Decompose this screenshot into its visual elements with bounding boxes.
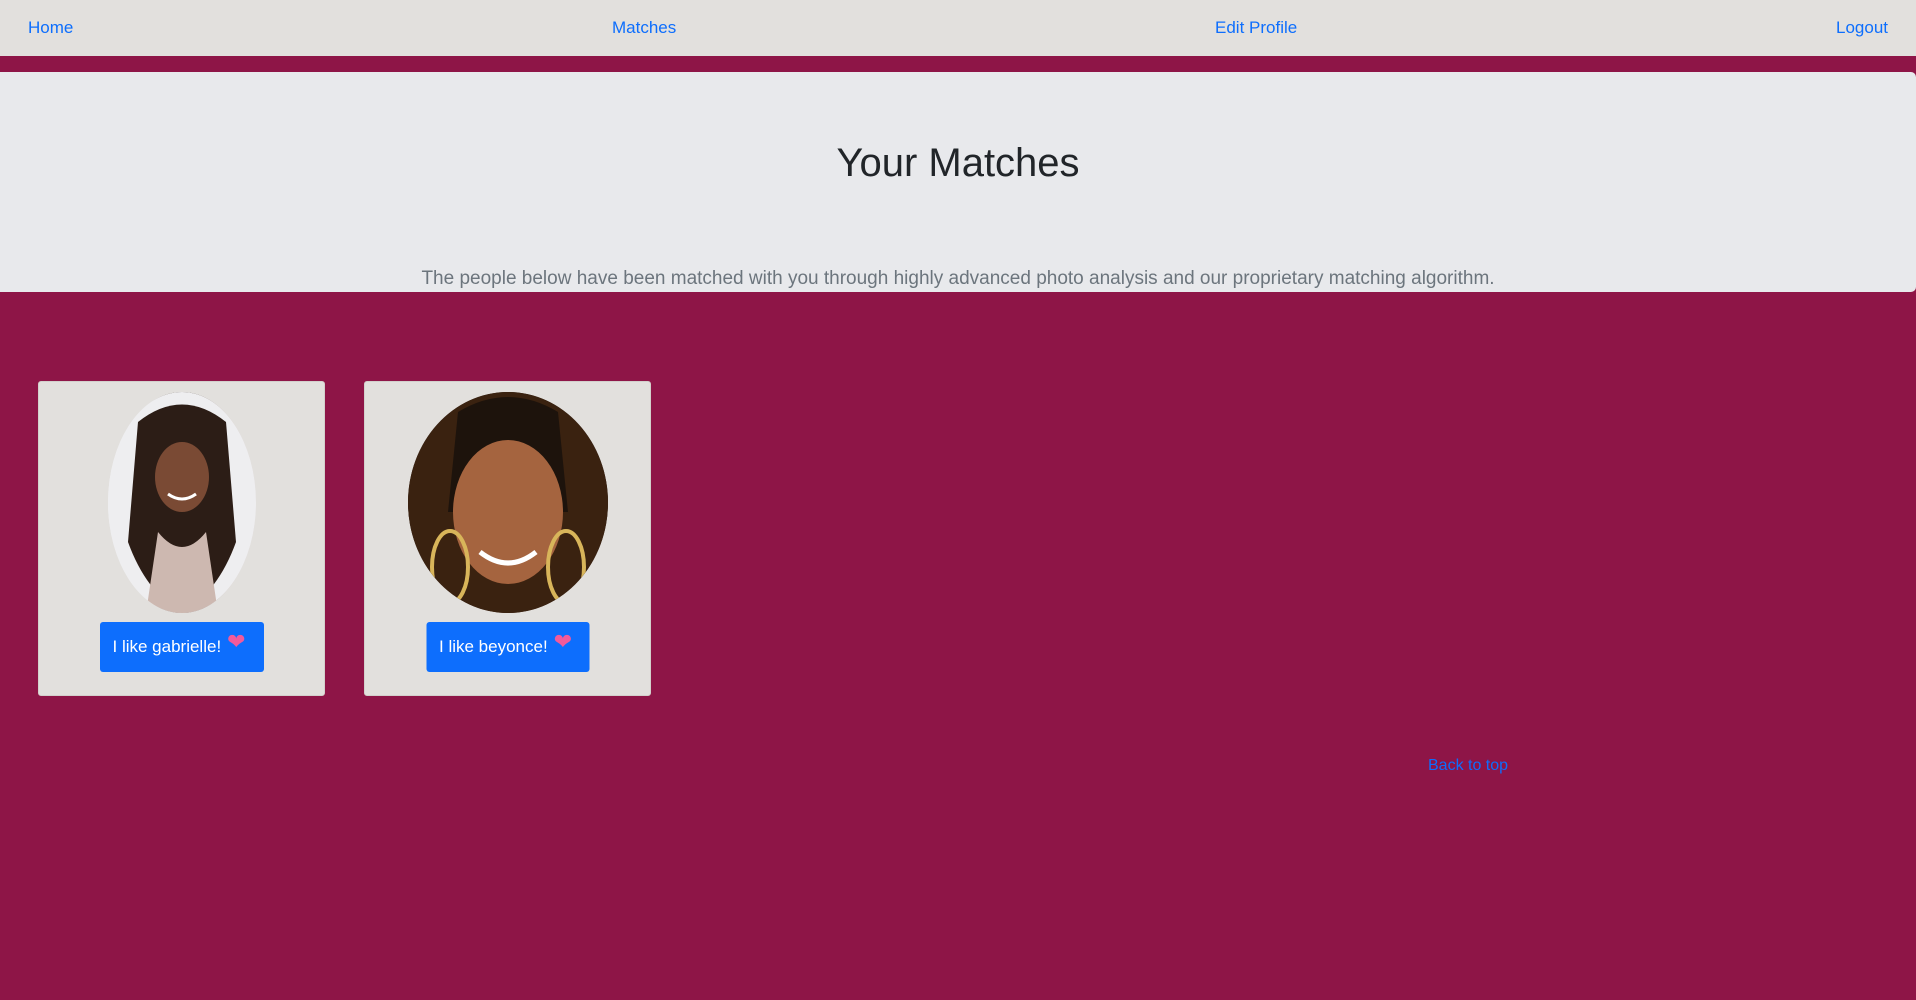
page-title: Your Matches [836, 141, 1080, 185]
match-photo-image [107, 392, 256, 613]
header-jumbotron: Your Matches The people below have been … [0, 72, 1916, 292]
match-photo [107, 392, 256, 613]
nav-link-home[interactable]: Home [28, 17, 73, 39]
page-subtitle: The people below have been matched with … [421, 268, 1495, 289]
match-photo [407, 392, 608, 613]
match-photo-image [407, 392, 608, 613]
like-button-label: I like beyonce! [439, 637, 548, 656]
nav-link-matches[interactable]: Matches [612, 17, 676, 39]
like-button-label: I like gabrielle! [112, 637, 222, 656]
like-button[interactable]: I like gabrielle! ❤ [99, 622, 264, 672]
back-to-top-link[interactable]: Back to top [1428, 756, 1508, 776]
sparkling-heart-icon: ❤ [553, 629, 573, 654]
nav-link-logout[interactable]: Logout [1836, 17, 1888, 39]
like-button[interactable]: I like beyonce! ❤ [426, 622, 589, 672]
match-card: I like gabrielle! ❤ [38, 381, 325, 696]
top-navbar: Home Matches Edit Profile Logout [0, 0, 1916, 56]
sparkling-heart-icon: ❤ [227, 629, 246, 654]
match-card: I like beyonce! ❤ [364, 381, 651, 696]
nav-link-edit-profile[interactable]: Edit Profile [1215, 17, 1297, 39]
